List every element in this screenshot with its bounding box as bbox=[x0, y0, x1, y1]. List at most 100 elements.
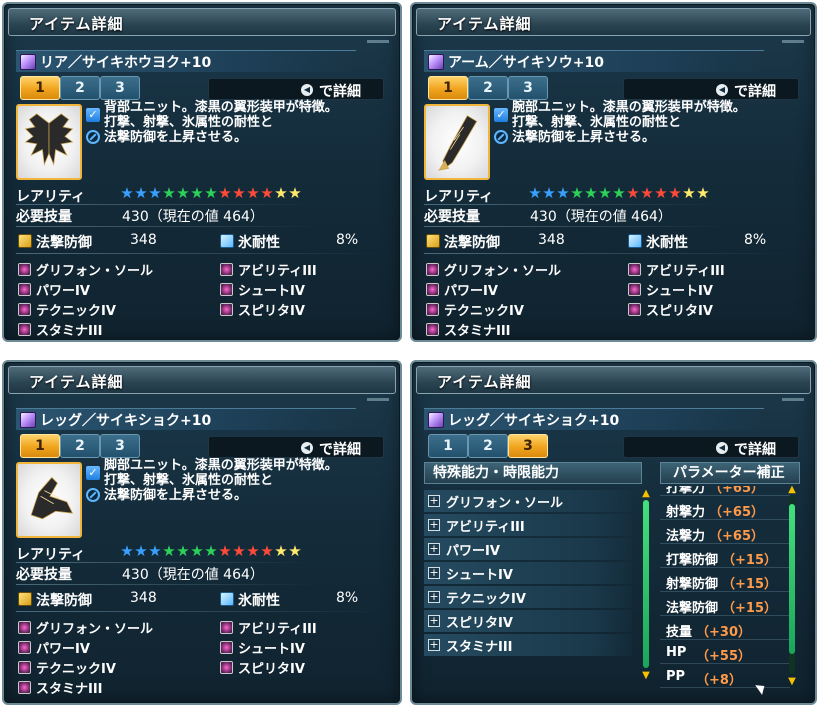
window-title-bar[interactable]: アイテム詳細 bbox=[416, 366, 811, 401]
page-tab-1[interactable]: 1 bbox=[428, 76, 468, 100]
tech-defense-label: 法撃防御 bbox=[444, 235, 500, 251]
affix-name: スタミナIII bbox=[444, 324, 511, 339]
affix-icon bbox=[628, 303, 641, 316]
parameter-row: 打撃防御 （+15） bbox=[660, 546, 790, 568]
expand-icon[interactable]: + bbox=[428, 543, 440, 555]
scroll-up-arrow-icon[interactable]: ▲ bbox=[786, 485, 798, 495]
star-icon: ★ bbox=[260, 184, 274, 202]
affix-name: パワーIV bbox=[36, 284, 90, 299]
star-icon: ★ bbox=[148, 184, 162, 202]
special-ability-row[interactable]: + パワーIV bbox=[424, 538, 632, 560]
star-icon: ★ bbox=[232, 184, 246, 202]
special-ability-name: パワーIV bbox=[446, 544, 500, 559]
row-divider bbox=[16, 204, 316, 205]
left-arrow-key-icon: ◀ bbox=[716, 442, 728, 454]
special-list-scrollbar[interactable] bbox=[643, 500, 649, 668]
star-icon: ★ bbox=[246, 184, 260, 202]
affix-name: テクニックIV bbox=[36, 304, 116, 319]
affix-name: アビリティIII bbox=[238, 264, 317, 279]
parameter-value: （+65） bbox=[709, 486, 764, 496]
affix-icon bbox=[220, 283, 233, 296]
star-icon: ★ bbox=[134, 184, 148, 202]
star-icon: ★ bbox=[218, 184, 232, 202]
expand-icon[interactable]: + bbox=[428, 495, 440, 507]
window-title: アイテム詳細 bbox=[29, 373, 124, 391]
parameter-value: （+15） bbox=[722, 601, 777, 616]
star-icon: ★ bbox=[696, 184, 710, 202]
star-icon: ★ bbox=[654, 184, 668, 202]
affix-name: スピリタIV bbox=[238, 304, 305, 319]
row-divider bbox=[16, 584, 316, 585]
affix-name: スピリタIV bbox=[238, 662, 305, 677]
page-tab-1[interactable]: 1 bbox=[20, 76, 60, 100]
star-icon: ★ bbox=[612, 184, 626, 202]
expand-icon[interactable]: + bbox=[428, 639, 440, 651]
parameter-scrollbar[interactable] bbox=[789, 496, 795, 674]
ice-resist-icon bbox=[628, 234, 642, 248]
parameter-row: PP （+8） bbox=[660, 666, 790, 688]
affix-name: アビリティIII bbox=[238, 622, 317, 637]
scroll-up-arrow-icon[interactable]: ▲ bbox=[640, 489, 652, 499]
affix-name: シュートIV bbox=[238, 642, 305, 657]
scroll-thumb[interactable] bbox=[789, 504, 795, 654]
page-tab-3[interactable]: 3 bbox=[508, 434, 548, 458]
tech-defense-icon bbox=[426, 234, 440, 248]
page-tab-1[interactable]: 1 bbox=[20, 434, 60, 458]
star-icon: ★ bbox=[640, 184, 654, 202]
row-divider bbox=[16, 226, 316, 227]
unit-type-icon bbox=[20, 54, 36, 70]
page-tab-3[interactable]: 3 bbox=[508, 76, 548, 100]
window-title: アイテム詳細 bbox=[29, 15, 124, 33]
rarity-label: レアリティ bbox=[16, 189, 86, 205]
detail-hint: ◀ で詳細 bbox=[623, 78, 799, 100]
item-portrait bbox=[424, 104, 490, 180]
expand-icon[interactable]: + bbox=[428, 591, 440, 603]
item-name: リア／サイキホウヨク+10 bbox=[40, 55, 212, 71]
star-icon: ★ bbox=[668, 184, 682, 202]
star-icon: ★ bbox=[542, 184, 556, 202]
affix-name: シュートIV bbox=[238, 284, 305, 299]
check-icon: ✓ bbox=[86, 466, 100, 480]
rarity-stars: ★ ★ ★ ★ ★ ★ ★ ★ ★ ★ ★ ★ ★ bbox=[120, 184, 302, 202]
tech-defense-label: 法撃防御 bbox=[36, 235, 92, 251]
expand-icon[interactable]: + bbox=[428, 567, 440, 579]
window-title-bar[interactable]: アイテム詳細 bbox=[8, 8, 396, 43]
special-ability-row[interactable]: + スタミナIII bbox=[424, 634, 632, 656]
page-tab-2[interactable]: 2 bbox=[60, 434, 100, 458]
page-tab-2[interactable]: 2 bbox=[468, 76, 508, 100]
star-icon: ★ bbox=[176, 542, 190, 560]
star-icon: ★ bbox=[218, 542, 232, 560]
rarity-label: レアリティ bbox=[16, 547, 86, 563]
tech-defense-value: 348 bbox=[538, 232, 565, 248]
affix-icon bbox=[18, 283, 31, 296]
tech-defense-label: 法撃防御 bbox=[36, 593, 92, 609]
page-tab-2[interactable]: 2 bbox=[60, 76, 100, 100]
window-title-bar[interactable]: アイテム詳細 bbox=[416, 8, 811, 43]
expand-icon[interactable]: + bbox=[428, 519, 440, 531]
page-tab-2[interactable]: 2 bbox=[468, 434, 508, 458]
scroll-down-arrow-icon[interactable]: ▼ bbox=[786, 677, 798, 687]
detail-hint: ◀ で詳細 bbox=[208, 78, 384, 100]
special-ability-row[interactable]: + シュートIV bbox=[424, 562, 632, 584]
expand-icon[interactable]: + bbox=[428, 615, 440, 627]
star-icon: ★ bbox=[682, 184, 696, 202]
ice-resist-icon bbox=[220, 234, 234, 248]
special-ability-row[interactable]: + スピリタIV bbox=[424, 610, 632, 632]
parameter-value: （+15） bbox=[722, 577, 777, 592]
special-ability-row[interactable]: + アビリティIII bbox=[424, 514, 632, 536]
parameter-name: PP bbox=[666, 669, 686, 684]
parameter-row: 法撃防御 （+15） bbox=[660, 594, 790, 616]
ice-resist-value: 8% bbox=[744, 232, 767, 248]
page-tab-1[interactable]: 1 bbox=[428, 434, 468, 458]
star-icon: ★ bbox=[556, 184, 570, 202]
window-title-bar[interactable]: アイテム詳細 bbox=[8, 366, 396, 401]
scroll-down-arrow-icon[interactable]: ▼ bbox=[640, 671, 652, 681]
star-icon: ★ bbox=[598, 184, 612, 202]
scroll-thumb[interactable] bbox=[643, 500, 649, 668]
special-ability-row[interactable]: + テクニックIV bbox=[424, 586, 632, 608]
tech-defense-icon bbox=[18, 592, 32, 606]
special-ability-row[interactable]: + グリフォン・ソール bbox=[424, 490, 632, 512]
description-line: 背部ユニット。漆黒の翼形装甲が特徴。 bbox=[104, 100, 338, 115]
page-tab-3[interactable]: 3 bbox=[100, 76, 140, 100]
page-tab-3[interactable]: 3 bbox=[100, 434, 140, 458]
